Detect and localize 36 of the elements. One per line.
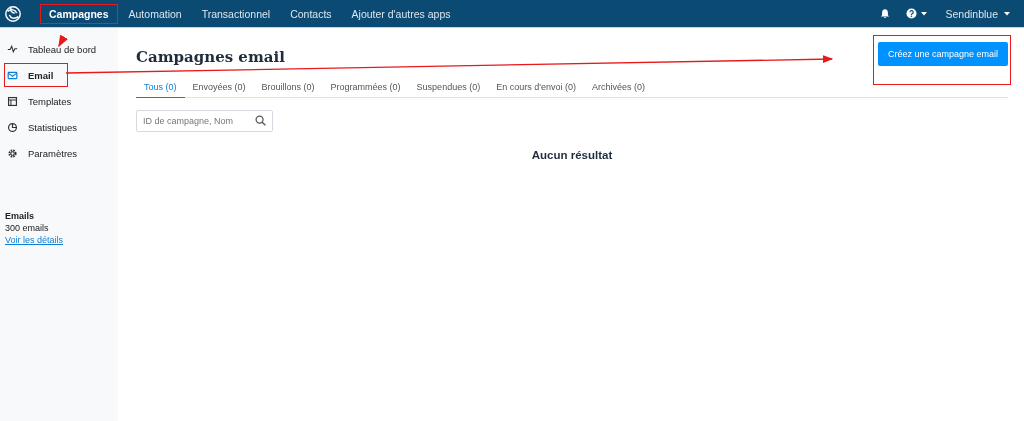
tab[interactable]: Tous (0) bbox=[136, 76, 185, 98]
sidebar-item[interactable]: Statistiques bbox=[4, 115, 83, 139]
nav-tab[interactable]: Campagnes bbox=[40, 3, 118, 24]
nav-tab[interactable]: Automation bbox=[119, 3, 191, 24]
sidebar-item[interactable]: Templates bbox=[4, 89, 77, 113]
tab[interactable]: Brouillons (0) bbox=[253, 76, 323, 97]
layout-icon bbox=[7, 95, 18, 107]
tab[interactable]: Envoyées (0) bbox=[184, 76, 254, 97]
nav-tab[interactable]: Transactionnel bbox=[192, 3, 280, 24]
caret-icon[interactable] bbox=[1004, 11, 1010, 16]
tab[interactable]: Suspendues (0) bbox=[408, 76, 489, 97]
help-icon[interactable] bbox=[906, 8, 918, 19]
quota-count: 300 emails bbox=[5, 223, 50, 233]
details-link[interactable]: Voir les détails bbox=[5, 235, 64, 245]
empty-message: Aucun résultat bbox=[530, 149, 614, 161]
page-title: Campagnes email bbox=[136, 48, 285, 66]
tab[interactable]: Programmées (0) bbox=[322, 76, 409, 97]
search-field[interactable]: ID de campagne, Nom bbox=[136, 110, 273, 132]
tab[interactable]: Archivées (0) bbox=[583, 76, 653, 97]
search-icon[interactable] bbox=[255, 115, 266, 126]
settings-icon bbox=[7, 147, 18, 159]
envelope-icon bbox=[7, 69, 18, 81]
pie-chart-icon bbox=[7, 121, 18, 133]
nav-tab[interactable]: Contacts bbox=[281, 3, 341, 24]
logo-icon[interactable] bbox=[4, 4, 22, 23]
sidebar-item[interactable]: Paramètres bbox=[4, 141, 83, 165]
quota-title: Emails bbox=[5, 211, 36, 221]
caret-icon[interactable] bbox=[921, 11, 928, 16]
tab[interactable]: En cours d'envoi (0) bbox=[488, 76, 584, 97]
bell-icon[interactable] bbox=[880, 8, 891, 19]
pulse-icon bbox=[7, 43, 18, 55]
sidebar-item[interactable]: Email bbox=[4, 63, 69, 87]
annotation-arrow bbox=[58, 34, 69, 48]
account-menu[interactable]: Sendinblue bbox=[945, 7, 998, 20]
sidebar-item[interactable]: Tableau de bord bbox=[4, 37, 102, 61]
nav-tab[interactable]: Ajouter d'autres apps bbox=[342, 3, 460, 24]
